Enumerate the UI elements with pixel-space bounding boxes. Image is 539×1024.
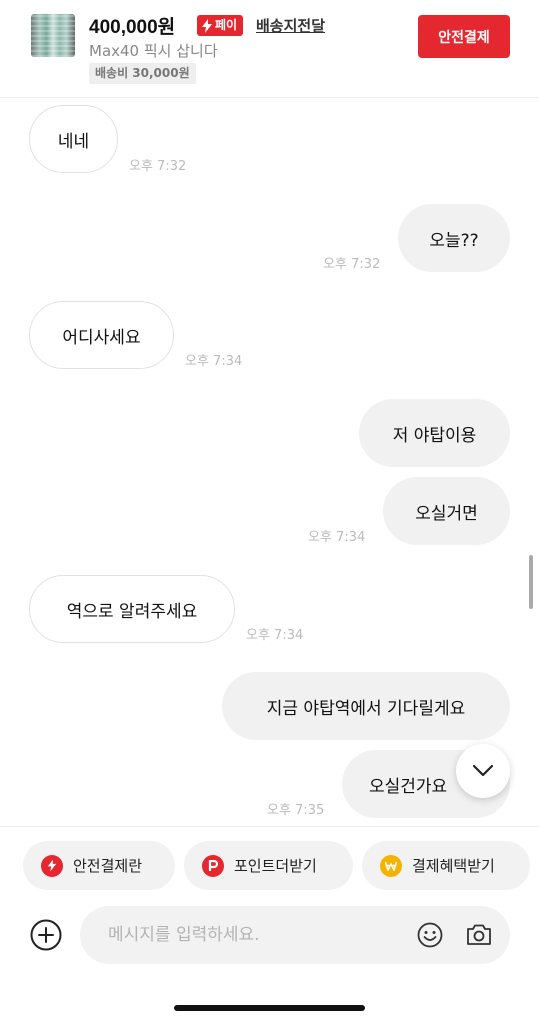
message-bubble-outgoing[interactable]: 오늘?? [398, 204, 510, 272]
message-bubble-outgoing[interactable]: 지금 야탑역에서 기다릴게요 [222, 672, 510, 740]
product-thumbnail[interactable] [31, 14, 75, 57]
message-text: 어디사세요 [62, 327, 141, 348]
message-text: 저 야탑이용 [392, 425, 477, 446]
chip-payment-benefits[interactable]: 결제혜택받기 [362, 841, 530, 890]
message-bubble-incoming[interactable]: 어디사세요 [29, 301, 174, 369]
home-indicator [174, 1005, 365, 1011]
pay-badge: 페이 [197, 15, 244, 36]
message-bubble-outgoing[interactable]: 저 야탑이용 [359, 399, 510, 467]
message-bubble-incoming[interactable]: 역으로 알려주세요 [29, 575, 235, 643]
message-input[interactable] [108, 906, 408, 964]
message-text: 오늘?? [429, 230, 479, 251]
message-time: 오후 7:34 [308, 530, 366, 545]
chip-more-points[interactable]: 포인트더받기 [184, 841, 353, 890]
message-text: 오실거면 [415, 503, 478, 524]
point-p-icon [202, 854, 224, 877]
won-coin-icon [380, 854, 402, 877]
plus-circle-icon[interactable] [29, 918, 63, 952]
message-text: 오실건가요 [369, 776, 448, 797]
message-bubble-incoming[interactable]: 네네 [29, 105, 118, 173]
message-time: 오후 7:34 [185, 354, 243, 369]
shipping-fee-tag: 배송비 30,000원 [89, 63, 196, 84]
quick-action-bar: 안전결제란 포인트더받기 결제혜택받기 [0, 826, 539, 904]
safe-pay-button[interactable]: 안전결제 [418, 15, 510, 58]
message-input-container [80, 906, 510, 964]
camera-icon[interactable] [465, 921, 493, 949]
product-title: Max40 픽시 삽니다 [89, 42, 218, 60]
chip-label: 결제혜택받기 [412, 857, 495, 875]
product-header: 400,000원 페이 배송지전달 Max40 픽시 삽니다 배송비 30,00… [0, 0, 539, 98]
chip-label: 안전결제란 [73, 857, 143, 875]
pay-badge-label: 페이 [215, 18, 238, 32]
message-text: 역으로 알려주세요 [66, 601, 198, 622]
chip-label: 포인트더받기 [234, 857, 317, 875]
delivery-address-link[interactable]: 배송지전달 [256, 15, 325, 36]
lightning-icon [202, 18, 212, 33]
message-text: 네네 [57, 131, 90, 152]
chat-message-list[interactable]: 네네 오후 7:32 오늘?? 오후 7:32 어디사세요 오후 7:34 저 … [0, 99, 539, 825]
message-time: 오후 7:35 [267, 803, 325, 818]
chat-scrollbar[interactable] [529, 555, 533, 609]
chip-safe-pay-info[interactable]: 안전결제란 [23, 841, 175, 890]
emoji-icon[interactable] [416, 921, 444, 949]
product-price: 400,000원 [89, 17, 176, 38]
message-bubble-outgoing[interactable]: 오실거면 [383, 477, 510, 545]
message-text: 지금 야탑역에서 기다릴게요 [266, 698, 466, 719]
lightning-icon [41, 854, 63, 877]
scroll-to-bottom-button[interactable] [456, 744, 510, 798]
message-time: 오후 7:32 [323, 257, 381, 272]
chevron-down-icon [472, 764, 494, 777]
message-time: 오후 7:34 [246, 628, 304, 643]
message-time: 오후 7:32 [129, 159, 187, 174]
